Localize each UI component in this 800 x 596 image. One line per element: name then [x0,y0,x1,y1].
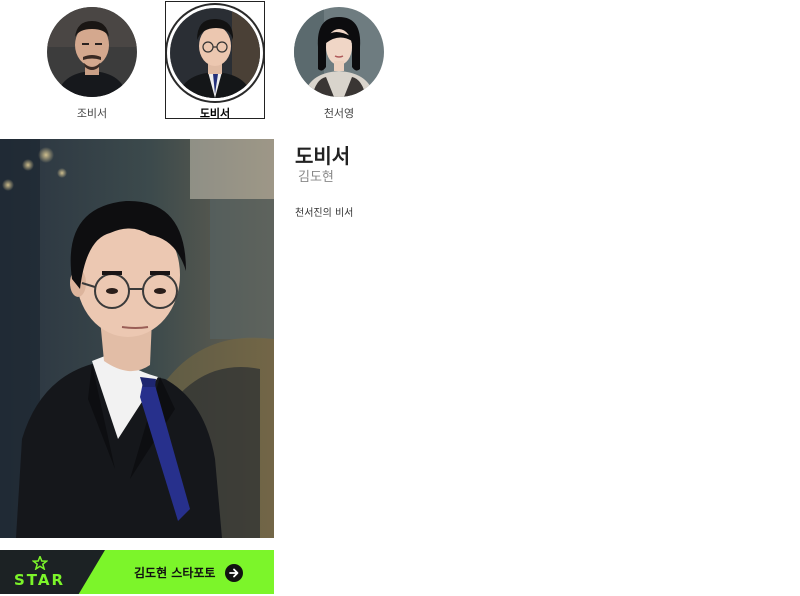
star-brand-text: STAR [14,571,66,589]
star-photo-banner-link[interactable]: STAR 김도현 스타포토 [0,550,274,594]
character-tab-do[interactable]: 도비서 [165,1,265,120]
character-avatar [47,7,137,97]
character-name: 도비서 [199,107,231,120]
character-name: 조비서 [76,107,108,120]
star-icon [32,556,48,570]
character-portrait [0,139,274,538]
actor-name: 김도현 [298,170,334,185]
character-role-title: 도비서 [295,144,351,168]
star-photo-link-label: 김도현 스타포토 [134,566,216,580]
character-avatar [294,7,384,97]
character-avatar [170,8,260,98]
character-description: 천서진의 비서 [295,208,354,219]
character-tab-cheon[interactable]: 천서영 [289,1,389,120]
arrow-right-circle-icon [225,564,243,582]
character-name: 천서영 [323,107,355,120]
character-tab-jo[interactable]: 조비서 [42,1,142,120]
